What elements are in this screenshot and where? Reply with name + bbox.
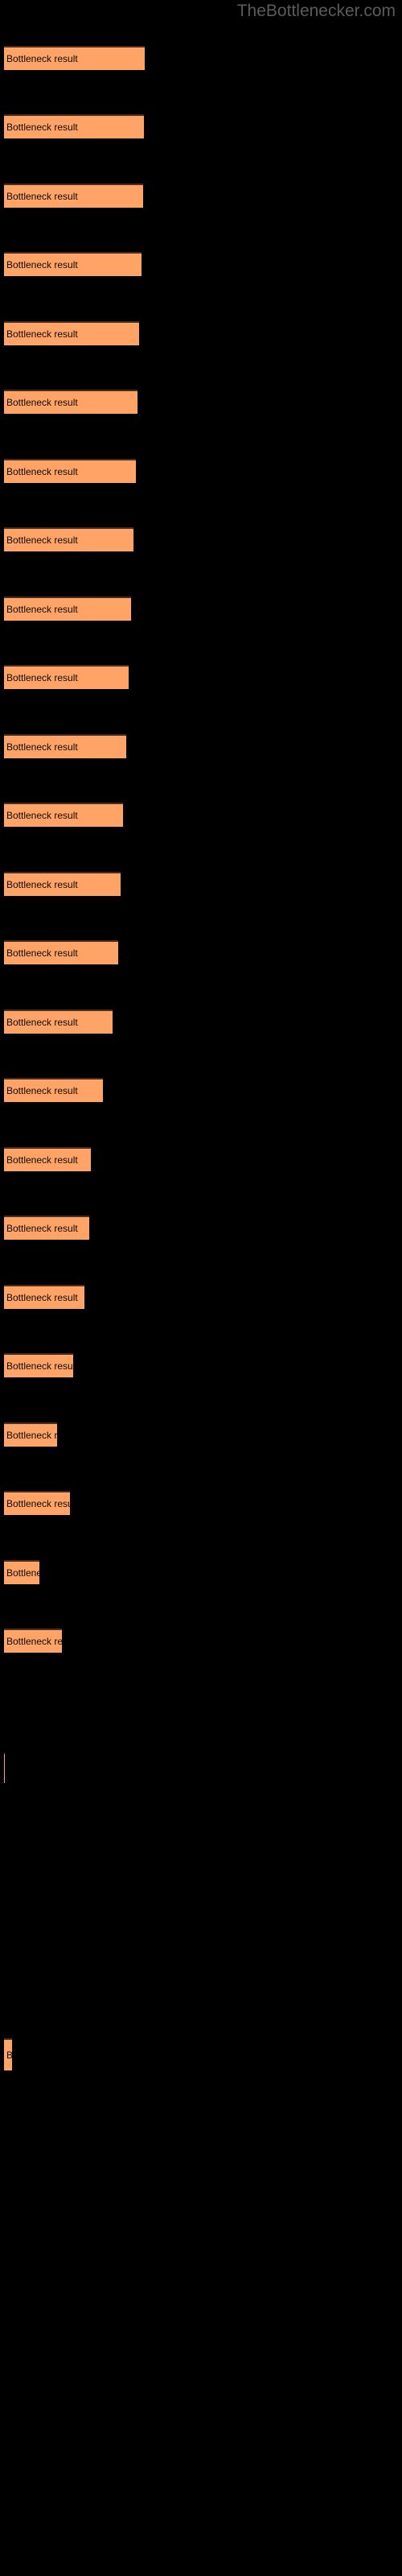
bar-chart-bar[interactable]: Bottleneck result	[4, 390, 137, 414]
bar-label: Bottleneck result	[6, 1154, 78, 1166]
bar-chart-bar[interactable]: Bottleneck result	[4, 459, 136, 483]
bar-chart-bar[interactable]: Bottleneck result	[4, 1009, 113, 1034]
bar-label: Bottleneck result	[6, 122, 78, 133]
bar-label: Bottleneck result	[6, 810, 78, 821]
bar-chart-bar[interactable]: Bottleneck result	[4, 1629, 62, 1653]
bar-chart-bar[interactable]: Bottleneck result	[4, 803, 123, 827]
bar-label: Bottleneck result	[6, 741, 78, 753]
bar-chart-bar[interactable]: Bottleneck result	[4, 1752, 5, 1783]
bar-chart-bar[interactable]: Bottleneck result	[4, 1491, 70, 1515]
bar-chart-bar[interactable]: Bottleneck result	[4, 1216, 89, 1240]
bar-chart-bar[interactable]: Bottleneck result	[4, 1285, 84, 1309]
bar-label: Bottleneck result	[6, 1498, 70, 1509]
bar-label: Bottleneck result	[6, 1636, 62, 1647]
bottleneck-chart-page: TheBottlenecker.com Bottleneck result Bot…	[0, 0, 402, 2576]
bar-label: Bottleneck result	[6, 397, 78, 408]
bar-label: Bottleneck result	[6, 1430, 57, 1441]
bar-chart-bar[interactable]: Bottleneck result	[4, 665, 129, 689]
bar-chart-bar[interactable]: Bottleneck result	[4, 184, 143, 208]
bar-label: Bottleneck result	[6, 1360, 73, 1372]
bar-chart-bar[interactable]: Bottleneck result	[4, 1560, 39, 1584]
bar-chart-bar[interactable]: Bottleneck result	[4, 1422, 57, 1447]
bar-chart-bar[interactable]: Bottleneck result	[4, 46, 145, 70]
bar-chart-bar[interactable]: Bottleneck result	[4, 940, 118, 964]
bar-chart-bar[interactable]: Bottleneck result	[4, 2038, 12, 2070]
bar-label: Bottleneck result	[6, 947, 78, 959]
bar-chart-bar[interactable]: Bottleneck result	[4, 321, 139, 345]
bar-label: Bottleneck result	[6, 1017, 78, 1028]
bar-label: Bottleneck result	[6, 191, 78, 202]
bar-label: Bottleneck result	[6, 259, 78, 270]
bar-chart-bar[interactable]: Bottleneck result	[4, 734, 126, 758]
bar-chart-bar[interactable]: Bottleneck result	[4, 1353, 73, 1377]
bar-label: Bottleneck result	[6, 1223, 78, 1234]
bar-label: Bottleneck result	[6, 328, 78, 340]
bar-label: Bottleneck result	[6, 535, 78, 546]
bar-label: Bottleneck result	[6, 879, 78, 890]
bar-label: Bottleneck result	[6, 672, 78, 683]
bar-label: Bottleneck result	[6, 53, 78, 64]
bar-label: Bottleneck result	[6, 1292, 78, 1303]
bar-chart-bar[interactable]: Bottleneck result	[4, 252, 142, 276]
bar-chart-bar[interactable]: Bottleneck result	[4, 114, 144, 138]
bar-label: Bottleneck result	[6, 1085, 78, 1096]
bar-chart-bar[interactable]: Bottleneck result	[4, 1147, 91, 1171]
bar-chart-bar[interactable]: Bottleneck result	[4, 597, 131, 621]
bar-chart-bar[interactable]: Bottleneck result	[4, 872, 121, 896]
bar-label: Bottleneck result	[6, 2050, 12, 2060]
bar-chart-plot-area: Bottleneck result Bottleneck result Bottle…	[0, 0, 402, 2576]
bar-chart-bar[interactable]: Bottleneck result	[4, 1078, 103, 1102]
bar-chart-bar[interactable]: Bottleneck result	[4, 527, 133, 551]
bar-label: Bottleneck result	[6, 466, 78, 477]
bar-label: Bottleneck result	[6, 1567, 39, 1579]
bar-label: Bottleneck result	[6, 604, 78, 615]
